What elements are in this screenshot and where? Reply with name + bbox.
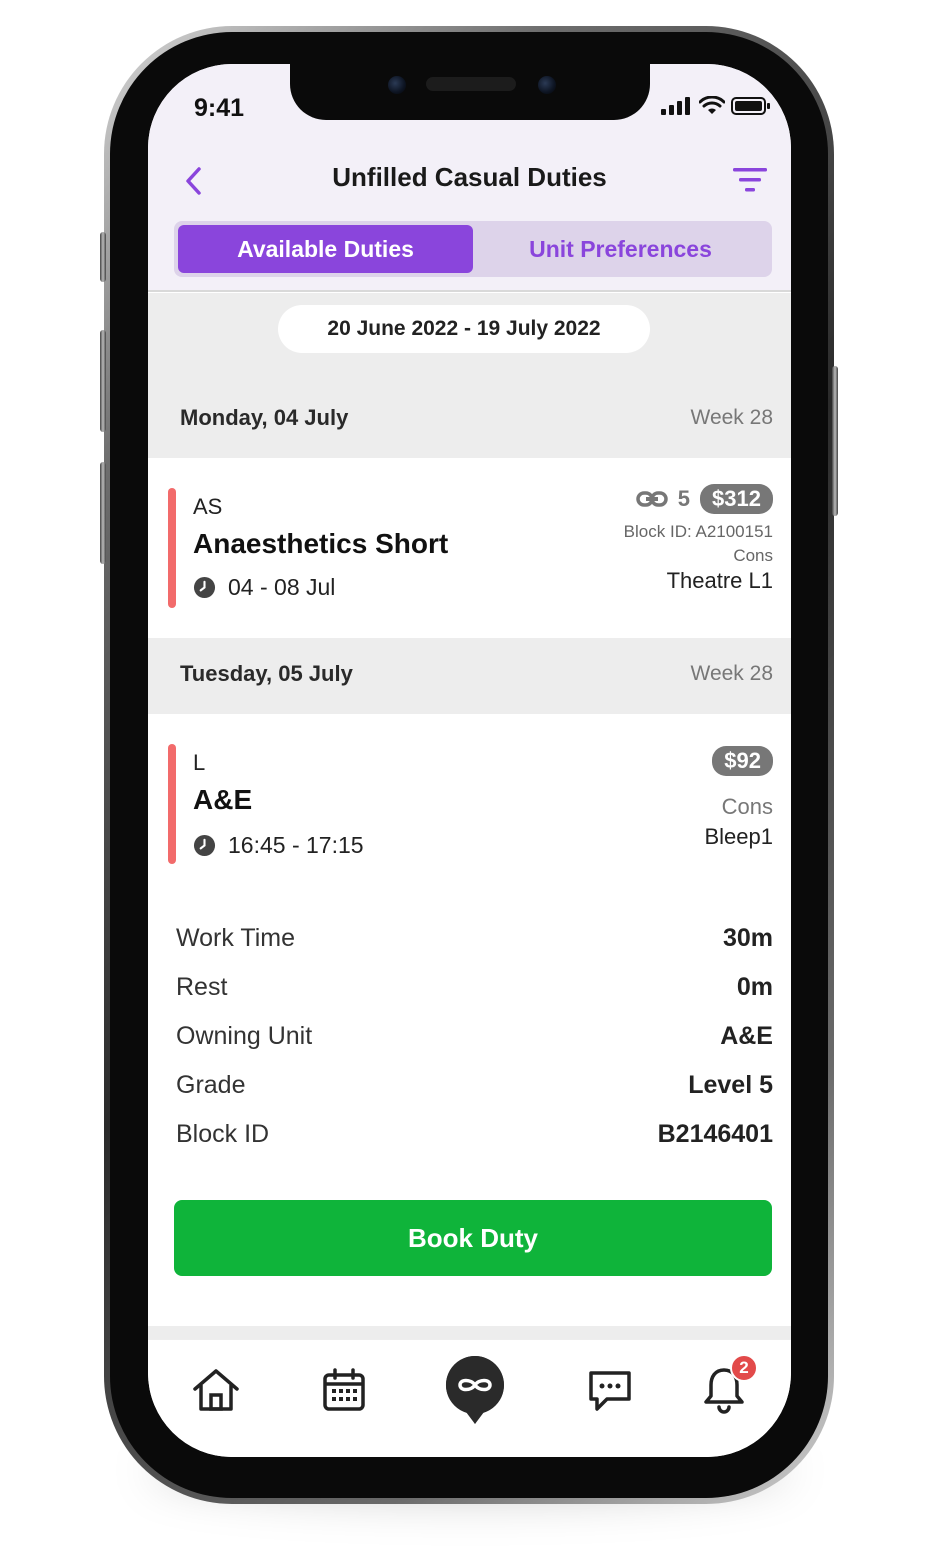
duty-location: Theatre L1 — [666, 568, 773, 593]
detail-value: 0m — [736, 973, 773, 1001]
bottom-tab-bar: 2 — [148, 1339, 791, 1457]
detail-row-rest: Rest 0m — [176, 963, 773, 1012]
detail-label: Rest — [176, 973, 228, 1001]
volume-down-button — [100, 462, 106, 564]
tab-calendar[interactable] — [316, 1362, 372, 1418]
duty-grade: Cons — [733, 546, 773, 565]
price-badge: $92 — [712, 746, 773, 776]
duty-time-text: 04 - 08 Jul — [228, 574, 336, 600]
duty-location: Bleep1 — [704, 824, 773, 849]
detail-value: A&E — [720, 1022, 773, 1050]
duty-code: AS — [193, 494, 223, 519]
volume-up-button — [100, 330, 106, 432]
app-logo-icon — [445, 1356, 504, 1424]
notification-badge: 2 — [730, 1354, 758, 1382]
detail-value: B2146401 — [657, 1120, 773, 1148]
detail-label: Owning Unit — [176, 1022, 313, 1050]
detail-value: Level 5 — [688, 1071, 773, 1099]
duty-grade: Cons — [721, 794, 773, 819]
status-time: 9:41 — [194, 94, 245, 122]
wifi-icon — [699, 96, 725, 114]
front-camera — [538, 76, 556, 94]
duty-card[interactable]: AS Anaesthetics Short 04 - 08 Jul 5 $312… — [148, 458, 791, 638]
duty-status-bar — [168, 488, 176, 608]
home-icon — [193, 1369, 239, 1411]
day-label: Monday, 04 July — [180, 405, 349, 430]
detail-row-grade: Grade Level 5 — [176, 1061, 773, 1110]
page-title: Unfilled Casual Duties — [332, 162, 607, 192]
earpiece-speaker — [426, 77, 516, 91]
detail-label: Grade — [176, 1071, 246, 1099]
duty-details: Work Time 30m Rest 0m Owning Unit A&E Gr… — [176, 914, 773, 1159]
status-icons — [661, 96, 771, 116]
linked-duties-count: 5 — [677, 486, 691, 511]
price-badge: $312 — [700, 484, 773, 514]
segmented-control: Available Duties Unit Preferences — [174, 221, 772, 277]
duty-status-bar — [168, 744, 176, 864]
notch — [290, 64, 650, 120]
link-icon — [636, 491, 668, 507]
duty-meta: 5 $312 Block ID: A2100151 Cons Theatre L… — [624, 484, 773, 594]
duty-name: Anaesthetics Short — [193, 528, 449, 559]
duty-name: A&E — [193, 784, 253, 815]
detail-label: Block ID — [176, 1120, 270, 1148]
cellular-signal-icon — [661, 97, 690, 115]
clock-icon — [193, 834, 216, 857]
tab-unit-preferences[interactable]: Unit Preferences — [473, 225, 768, 273]
tab-available-duties[interactable]: Available Duties — [178, 225, 473, 273]
day-label: Tuesday, 05 July — [180, 661, 353, 686]
detail-row-block-id: Block ID B2146401 — [176, 1110, 773, 1159]
duty-time: 16:45 - 17:15 — [193, 832, 364, 859]
week-label: Week 28 — [690, 662, 774, 685]
tab-home[interactable] — [188, 1362, 244, 1418]
duty-time: 04 - 08 Jul — [193, 574, 335, 601]
proximity-sensor — [388, 76, 406, 94]
calendar-icon — [323, 1368, 365, 1411]
detail-row-owning-unit: Owning Unit A&E — [176, 1012, 773, 1061]
block-id: Block ID: A2100151 — [623, 522, 773, 541]
duty-code: L — [193, 750, 206, 775]
week-label: Week 28 — [690, 406, 774, 429]
phone-screen: 9:41 Unfilled Casual Duties Available Du… — [148, 64, 791, 1457]
chat-icon — [589, 1371, 631, 1411]
duty-time-text: 16:45 - 17:15 — [228, 832, 364, 858]
power-button — [832, 366, 838, 516]
detail-value: 30m — [722, 924, 773, 952]
day-header: Tuesday, 05 July Week 28 — [148, 642, 791, 706]
mute-switch — [100, 232, 106, 282]
detail-label: Work Time — [176, 924, 295, 952]
tab-messages[interactable] — [582, 1362, 638, 1418]
day-header: Monday, 04 July Week 28 — [148, 386, 791, 450]
duties-list: 20 June 2022 - 19 July 2022 Monday, 04 J… — [148, 293, 791, 1339]
tab-app-home[interactable] — [440, 1350, 510, 1430]
duty-meta: $92 Cons Bleep1 — [704, 746, 773, 850]
tab-notifications[interactable]: 2 — [696, 1354, 758, 1418]
date-range-selector[interactable]: 20 June 2022 - 19 July 2022 — [278, 305, 650, 353]
detail-row-work-time: Work Time 30m — [176, 914, 773, 963]
duty-card-expanded: L A&E 16:45 - 17:15 $92 Cons Bleep1 Work… — [148, 714, 791, 1326]
clock-icon — [193, 576, 216, 599]
battery-icon — [731, 97, 770, 115]
book-duty-button[interactable]: Book Duty — [174, 1200, 772, 1276]
